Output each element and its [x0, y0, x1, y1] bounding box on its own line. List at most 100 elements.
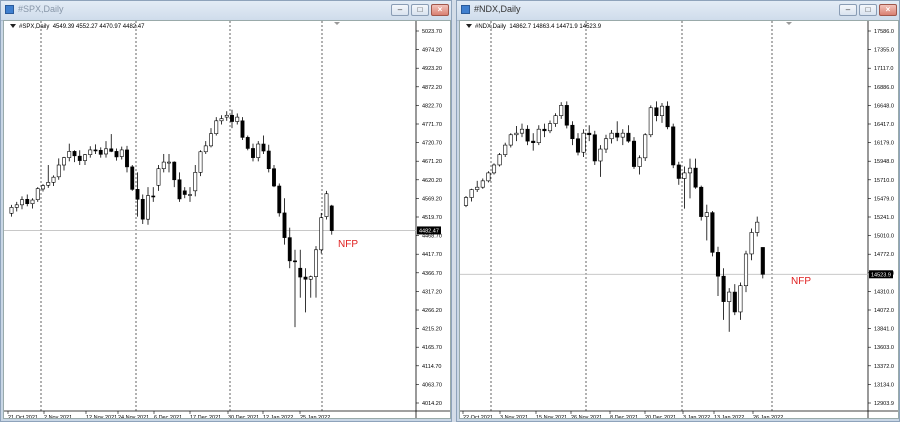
bull-candle-body — [14, 204, 19, 208]
bear-candle-body — [721, 275, 726, 302]
bull-candle-body — [755, 221, 760, 233]
window-title: #NDX,Daily — [474, 4, 521, 14]
candle — [266, 144, 271, 173]
maximize-button[interactable]: □ — [411, 4, 429, 16]
bull-candle-body — [35, 188, 40, 200]
candle — [272, 165, 276, 188]
candle — [620, 129, 625, 146]
bear-candle-body — [303, 276, 308, 280]
candle — [324, 190, 329, 220]
candle — [676, 161, 681, 185]
window-title: #SPX,Daily — [18, 4, 64, 14]
candle — [245, 135, 250, 151]
y-tick-label: 17586.0 — [874, 29, 894, 35]
bear-candle-body — [135, 189, 140, 200]
candle — [592, 130, 597, 165]
close-button[interactable]: × — [879, 4, 897, 16]
bull-candle-body — [508, 134, 513, 146]
candle — [514, 126, 519, 142]
x-tick-label: 3 Nov 2021 — [500, 415, 528, 419]
candle — [755, 216, 760, 237]
bull-candle-body — [519, 128, 525, 134]
bull-candle-body — [727, 291, 732, 302]
bear-candle-body — [172, 161, 177, 181]
y-tick-label: 16179.0 — [874, 141, 894, 147]
candle — [475, 180, 480, 192]
candle — [261, 135, 266, 154]
shift-marker-icon — [786, 22, 792, 25]
bull-candle-body — [30, 199, 35, 205]
bull-candle-body — [687, 167, 693, 174]
candle — [308, 275, 313, 298]
bear-candle-body — [575, 138, 581, 153]
candle — [172, 161, 177, 188]
spx-price-chart[interactable]: #SPX,Daily 4549.39 4552.27 4470.97 4482.… — [3, 20, 451, 419]
bull-candle-body — [56, 164, 61, 178]
window-titlebar[interactable]: #SPX,Daily – □ × — [1, 1, 451, 21]
spx-chart-window[interactable]: #SPX,Daily – □ × #SPX,Daily 4549.39 4552… — [0, 0, 452, 422]
current-price-label: 4482.47 — [419, 229, 439, 235]
triangle-down-icon — [10, 24, 16, 29]
bull-candle-body — [224, 114, 229, 118]
candle — [654, 101, 659, 122]
ndx-price-chart[interactable]: #NDX,Daily 14862.7 14863.4 14471.9 14523… — [459, 20, 899, 419]
bull-candle-body — [62, 157, 66, 166]
candle — [193, 165, 198, 197]
bull-candle-body — [637, 157, 642, 167]
y-tick-label: 4417.70 — [422, 252, 442, 258]
ndx-chart-window[interactable]: #NDX,Daily – □ × #NDX,Daily 14862.7 1486… — [456, 0, 900, 422]
window-titlebar[interactable]: #NDX,Daily – □ × — [457, 1, 899, 21]
bear-candle-body — [277, 185, 282, 214]
y-tick-label: 4519.70 — [422, 215, 442, 221]
candle — [88, 146, 93, 158]
bear-candle-body — [564, 105, 569, 126]
bear-candle-body — [732, 291, 737, 313]
nfp-annotation: NFP — [791, 276, 811, 287]
candle — [114, 148, 119, 161]
x-tick-label: 25 Jan 2022 — [300, 415, 330, 419]
candle — [135, 172, 140, 217]
bear-candle-body — [230, 114, 234, 122]
y-tick-label: 4215.20 — [422, 327, 442, 333]
x-tick-label: 17 Dec 2021 — [190, 415, 221, 419]
candle — [230, 109, 234, 129]
bull-candle-body — [9, 207, 14, 214]
minimize-button[interactable]: – — [839, 4, 857, 16]
candle — [35, 187, 40, 202]
y-tick-label: 16648.0 — [874, 103, 894, 109]
maximize-button[interactable]: □ — [859, 4, 877, 16]
bull-candle-body — [119, 149, 124, 157]
candlestick-chart: 5023.70 4974.20 4923.20 4872.20 4822.70 4771.… — [4, 21, 450, 419]
bull-candle-body — [193, 172, 198, 192]
y-tick-label: 4771.70 — [422, 122, 442, 128]
candle — [581, 129, 586, 158]
bull-candle-body — [581, 132, 586, 153]
candle — [491, 163, 497, 175]
candle — [319, 212, 324, 254]
y-tick-label: 4317.20 — [422, 289, 442, 295]
bull-candle-body — [219, 118, 224, 122]
x-tick-label: 24 Nov 2021 — [118, 415, 149, 419]
bear-candle-body — [177, 179, 182, 200]
y-tick-label: 15948.0 — [874, 159, 894, 165]
y-tick-label: 15710.0 — [874, 178, 894, 184]
y-tick-label: 12903.9 — [874, 401, 894, 407]
bull-candle-body — [659, 105, 665, 116]
bear-candle-body — [272, 168, 276, 187]
candle — [119, 146, 124, 160]
close-button[interactable]: × — [431, 4, 449, 16]
bull-candle-body — [20, 199, 24, 206]
candle — [486, 171, 491, 183]
y-tick-label: 4114.70 — [422, 364, 441, 370]
bull-candle-body — [491, 164, 497, 174]
candle — [671, 123, 676, 169]
candle — [609, 129, 614, 144]
candle — [508, 133, 513, 148]
candle — [603, 134, 609, 154]
candle — [598, 145, 603, 177]
y-tick-label: 4569.20 — [422, 196, 442, 202]
y-tick-label: 4165.70 — [422, 345, 442, 351]
bear-candle-body — [531, 140, 536, 144]
candle — [214, 117, 219, 136]
minimize-button[interactable]: – — [391, 4, 409, 16]
